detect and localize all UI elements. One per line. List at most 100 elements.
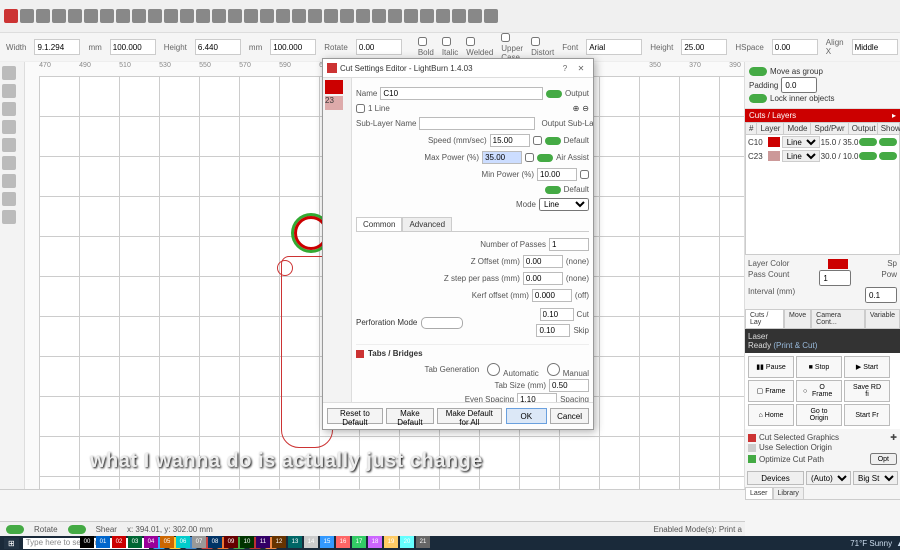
max-power-input[interactable] — [482, 151, 522, 164]
palette-swatch[interactable]: 10 — [240, 536, 254, 548]
device-select[interactable]: (Auto) — [806, 471, 851, 485]
layer-swatch[interactable]: 23 — [325, 96, 343, 110]
tab-laser[interactable]: Laser — [745, 487, 773, 499]
palette-swatch[interactable]: 01 — [96, 536, 110, 548]
perforation-toggle[interactable] — [421, 317, 463, 329]
palette-swatch[interactable]: 19 — [384, 536, 398, 548]
tool-icon[interactable] — [356, 9, 370, 23]
tool-icon[interactable] — [372, 9, 386, 23]
tab-cuts[interactable]: Cuts / Lay — [745, 309, 784, 328]
palette-swatch[interactable]: 12 — [272, 536, 286, 548]
tool-icon[interactable] — [132, 9, 146, 23]
one-line-check[interactable] — [356, 104, 365, 113]
palette-swatch[interactable]: 06 — [176, 536, 190, 548]
layer-row[interactable]: C23 Line 30.0 / 10.0 — [746, 149, 899, 163]
layer-row[interactable]: C10 Line 15.0 / 35.0 — [746, 135, 899, 149]
offset-tool-icon[interactable] — [2, 192, 16, 206]
tool-icon[interactable] — [404, 9, 418, 23]
palette-swatch[interactable]: 05 — [160, 536, 174, 548]
mode-select[interactable]: Line — [539, 198, 589, 211]
palette-swatch[interactable]: 21 — [416, 536, 430, 548]
tool-icon[interactable] — [420, 9, 434, 23]
cancel-button[interactable]: Cancel — [550, 408, 589, 424]
tab-advanced[interactable]: Advanced — [402, 217, 452, 231]
start-from-button[interactable]: Start Fr — [844, 404, 890, 426]
tool-icon[interactable] — [228, 9, 242, 23]
padding-input[interactable] — [781, 77, 817, 93]
select-tool-icon[interactable] — [2, 66, 16, 80]
palette-swatch[interactable]: 04 — [144, 536, 158, 548]
shear-toggle[interactable] — [68, 525, 86, 534]
zoom-icon[interactable] — [2, 210, 16, 224]
layer-mode-select[interactable]: Line — [782, 136, 820, 148]
tool-icon[interactable] — [244, 9, 258, 23]
tab-camera[interactable]: Camera Cont... — [811, 309, 865, 328]
shape-hole[interactable] — [277, 260, 293, 276]
start-button[interactable]: ▶ Start — [844, 356, 890, 378]
tool-icon[interactable] — [468, 9, 482, 23]
device-select-2[interactable]: Big St — [853, 471, 898, 485]
stop-button[interactable]: ■ Stop — [796, 356, 842, 378]
tool-icon[interactable] — [276, 9, 290, 23]
tabgen-auto[interactable] — [487, 363, 500, 376]
tool-icon[interactable] — [84, 9, 98, 23]
tab-variable[interactable]: Variable — [865, 309, 900, 328]
speed-input[interactable] — [490, 134, 530, 147]
tool-icon[interactable] — [148, 9, 162, 23]
rect-tool-icon[interactable] — [2, 102, 16, 116]
tool-icon[interactable] — [292, 9, 306, 23]
palette-swatch[interactable]: 09 — [224, 536, 238, 548]
tool-icon[interactable] — [388, 9, 402, 23]
kerf-input[interactable] — [532, 289, 572, 302]
min-power-input[interactable] — [537, 168, 577, 181]
text-tool-icon[interactable] — [2, 156, 16, 170]
optimize-path-toggle[interactable]: Optimize Cut Path Opt — [748, 453, 897, 465]
make-default-all-button[interactable]: Make Default for All — [437, 408, 501, 424]
tool-icon[interactable] — [308, 9, 322, 23]
layer-mode-select[interactable]: Line — [782, 150, 820, 162]
remove-sublayer-icon[interactable]: ⊖ — [582, 104, 589, 113]
palette-swatch[interactable]: 07 — [192, 536, 206, 548]
close-icon[interactable]: ✕ — [573, 64, 589, 73]
start-button[interactable]: ⊞ — [4, 538, 19, 549]
tool-icon[interactable] — [436, 9, 450, 23]
dialog-titlebar[interactable]: Cut Settings Editor - LightBurn 1.4.03 ?… — [323, 59, 593, 78]
pass-count-input[interactable] — [819, 270, 851, 286]
save-rd-button[interactable]: Save RD fi — [844, 380, 890, 402]
home-button[interactable]: ⌂ Home — [748, 404, 794, 426]
oframe-button[interactable]: ○ O Frame — [796, 380, 842, 402]
sublayer-name-input[interactable] — [419, 117, 535, 130]
tool-icon[interactable] — [484, 9, 498, 23]
add-sublayer-icon[interactable]: ⊕ — [573, 104, 580, 113]
passes-input[interactable] — [549, 238, 589, 251]
tool-icon[interactable] — [4, 9, 18, 23]
palette-swatch[interactable]: 20 — [400, 536, 414, 548]
ok-button[interactable]: OK — [506, 408, 548, 424]
tool-icon[interactable] — [100, 9, 114, 23]
tool-icon[interactable] — [68, 9, 82, 23]
palette-swatch[interactable]: 16 — [336, 536, 350, 548]
palette-swatch[interactable]: 02 — [112, 536, 126, 548]
palette-swatch[interactable]: 11 — [256, 536, 270, 548]
tool-icon[interactable] — [116, 9, 130, 23]
palette-swatch[interactable]: 17 — [352, 536, 366, 548]
rotate-input[interactable] — [356, 39, 402, 55]
cut-selected-toggle[interactable]: Cut Selected Graphics ✚ — [748, 433, 897, 442]
tool-icon[interactable] — [180, 9, 194, 23]
tool-icon[interactable] — [196, 9, 210, 23]
use-selection-toggle[interactable]: Use Selection Origin — [748, 443, 897, 452]
polygon-tool-icon[interactable] — [2, 138, 16, 152]
palette-swatch[interactable]: 15 — [320, 536, 334, 548]
palette-swatch[interactable]: 14 — [304, 536, 318, 548]
palette-swatch[interactable]: 08 — [208, 536, 222, 548]
tool-icon[interactable] — [52, 9, 66, 23]
tool-icon[interactable] — [260, 9, 274, 23]
palette-swatch[interactable]: 03 — [128, 536, 142, 548]
palette-swatch[interactable]: 00 — [80, 536, 94, 548]
help-icon[interactable]: ? — [557, 64, 573, 73]
weather-widget[interactable]: 71°F Sunny — [850, 539, 892, 548]
tab-move[interactable]: Move — [784, 309, 811, 328]
tabgen-manual[interactable] — [547, 363, 560, 376]
tool-icon[interactable] — [324, 9, 338, 23]
tool-icon[interactable] — [452, 9, 466, 23]
